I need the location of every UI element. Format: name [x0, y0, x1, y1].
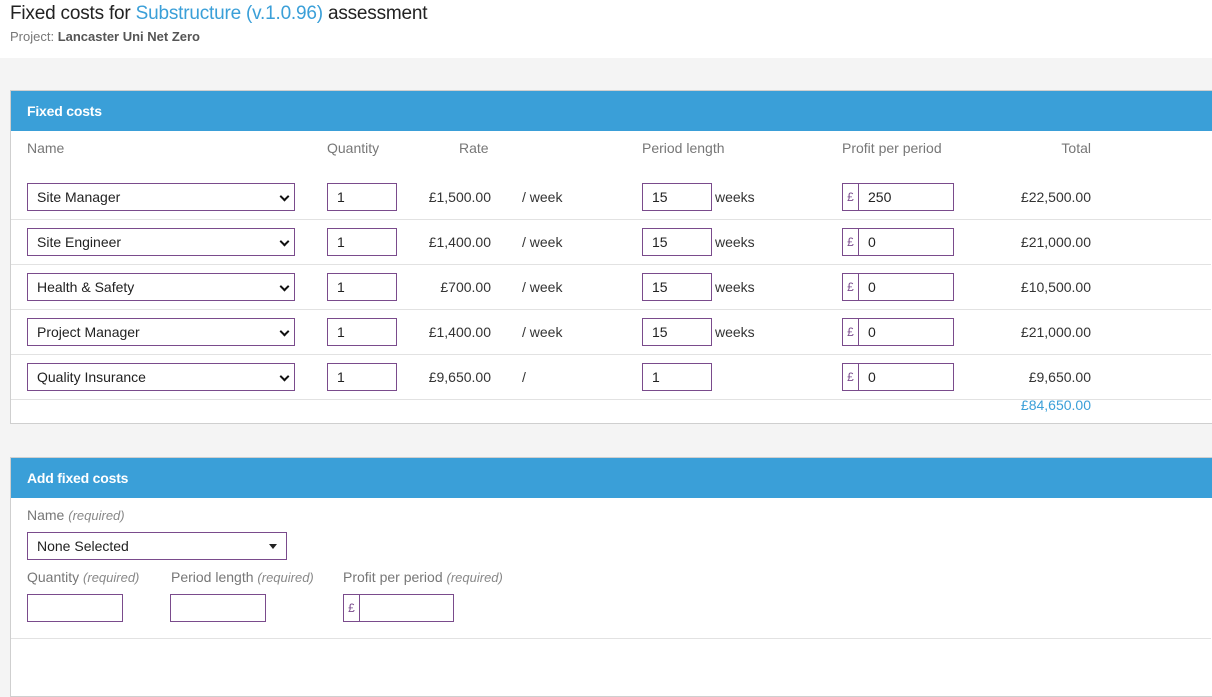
quantity-input[interactable]	[27, 594, 123, 622]
page-header: Fixed costs for Substructure (v.1.0.96) …	[0, 0, 1212, 58]
column-header-rate: Rate	[459, 140, 489, 156]
name-field-label: Name (required)	[27, 507, 125, 523]
required-note: (required)	[68, 508, 125, 523]
pound-icon: £	[344, 595, 360, 621]
row-rate: £9,650.00	[428, 369, 491, 385]
row-rate: £1,400.00	[428, 324, 491, 340]
period-length-input[interactable]	[170, 594, 266, 622]
column-header-name: Name	[27, 140, 65, 156]
row-name-select[interactable]: Health & Safety	[27, 273, 295, 301]
divider	[11, 638, 1211, 639]
fixed-costs-panel: Fixed costs Name Quantity Rate Period le…	[10, 90, 1212, 424]
pound-icon: £	[843, 184, 859, 210]
chevron-down-icon	[279, 281, 290, 292]
pound-icon: £	[843, 274, 859, 300]
profit-input[interactable]: £	[343, 594, 454, 622]
row-profit-input[interactable]: £0	[842, 318, 954, 346]
row-quantity-input[interactable]: 1	[327, 273, 397, 301]
chevron-down-icon	[279, 191, 290, 202]
row-rate-unit: / week	[522, 279, 563, 295]
add-fixed-costs-panel: Add fixed costs Name (required) None Sel…	[10, 457, 1212, 697]
quantity-field-label: Quantity (required)	[27, 569, 140, 585]
period-length-field-label: Period length (required)	[171, 569, 314, 585]
column-header-profit-per-period: Profit per period	[842, 140, 942, 156]
pound-icon: £	[843, 319, 859, 345]
row-total: £9,650.00	[1028, 369, 1091, 385]
column-header-quantity: Quantity	[327, 140, 380, 156]
chevron-down-icon	[279, 236, 290, 247]
row-period-input[interactable]: 15	[642, 183, 712, 211]
row-period-unit: weeks	[715, 279, 755, 295]
table-row: Health & Safety 1 £700.00 / week 15 weeks £0 £1…	[11, 265, 1211, 310]
row-rate: £700.00	[440, 279, 491, 295]
chevron-down-icon	[279, 371, 290, 382]
row-rate-unit: / week	[522, 234, 563, 250]
row-rate: £1,400.00	[428, 234, 491, 250]
required-note: (required)	[83, 570, 140, 585]
column-header-period-length: Period length	[642, 140, 725, 156]
name-select[interactable]: None Selected	[27, 532, 287, 560]
row-profit-input[interactable]: £250	[842, 183, 954, 211]
row-period-unit: weeks	[715, 324, 755, 340]
fixed-costs-heading: Fixed costs	[11, 91, 1212, 131]
row-total: £21,000.00	[1020, 234, 1091, 250]
page-title: Fixed costs for Substructure (v.1.0.96) …	[10, 3, 428, 24]
row-total: £21,000.00	[1020, 324, 1091, 340]
grand-total: £84,650.00	[1020, 397, 1091, 413]
row-period-input[interactable]: 15	[642, 273, 712, 301]
row-name-select[interactable]: Site Engineer	[27, 228, 295, 256]
chevron-down-icon	[279, 326, 290, 337]
row-rate: £1,500.00	[428, 189, 491, 205]
row-quantity-input[interactable]: 1	[327, 228, 397, 256]
table-row: Site Manager 1 £1,500.00/ week 15 weeks £250 £…	[11, 175, 1211, 220]
row-rate-unit: /	[522, 369, 526, 385]
row-name-select[interactable]: Project Manager	[27, 318, 295, 346]
row-profit-input[interactable]: £0	[842, 363, 954, 391]
row-rate-unit: / week	[522, 324, 563, 340]
table-row: Quality Insurance 1 £9,650.00 / 1 £0 £9,650.00	[11, 355, 1211, 400]
row-quantity-input[interactable]: 1	[327, 183, 397, 211]
row-name-select[interactable]: Quality Insurance	[27, 363, 295, 391]
required-note: (required)	[257, 570, 314, 585]
row-period-input[interactable]: 15	[642, 228, 712, 256]
row-total: £10,500.00	[1020, 279, 1091, 295]
pound-icon: £	[843, 229, 859, 255]
row-period-input[interactable]: 15	[642, 318, 712, 346]
profit-field-label: Profit per period (required)	[343, 569, 503, 585]
required-note: (required)	[446, 570, 503, 585]
add-fixed-costs-heading: Add fixed costs	[11, 458, 1212, 498]
pound-icon: £	[843, 364, 859, 390]
row-period-unit: weeks	[715, 189, 755, 205]
column-header-total: Total	[1061, 140, 1091, 156]
assessment-link[interactable]: Substructure (v.1.0.96)	[136, 3, 323, 24]
row-profit-input[interactable]: £0	[842, 228, 954, 256]
table-row: Site Engineer 1 £1,400.00 / week 15 weeks £0 £2…	[11, 220, 1211, 265]
row-period-input[interactable]: 1	[642, 363, 712, 391]
project-subtitle: Project: Lancaster Uni Net Zero	[10, 29, 201, 44]
project-name: Lancaster Uni Net Zero	[57, 29, 201, 44]
caret-down-icon	[269, 544, 277, 549]
row-quantity-input[interactable]: 1	[327, 318, 397, 346]
row-rate-unit: / week	[522, 189, 563, 205]
table-row: Project Manager 1 £1,400.00 / week 15 weeks £0…	[11, 310, 1211, 355]
row-total: £22,500.00	[1020, 189, 1091, 205]
row-profit-input[interactable]: £0	[842, 273, 954, 301]
row-period-unit: weeks	[715, 234, 755, 250]
row-name-select[interactable]: Site Manager	[27, 183, 295, 211]
row-quantity-input[interactable]: 1	[327, 363, 397, 391]
